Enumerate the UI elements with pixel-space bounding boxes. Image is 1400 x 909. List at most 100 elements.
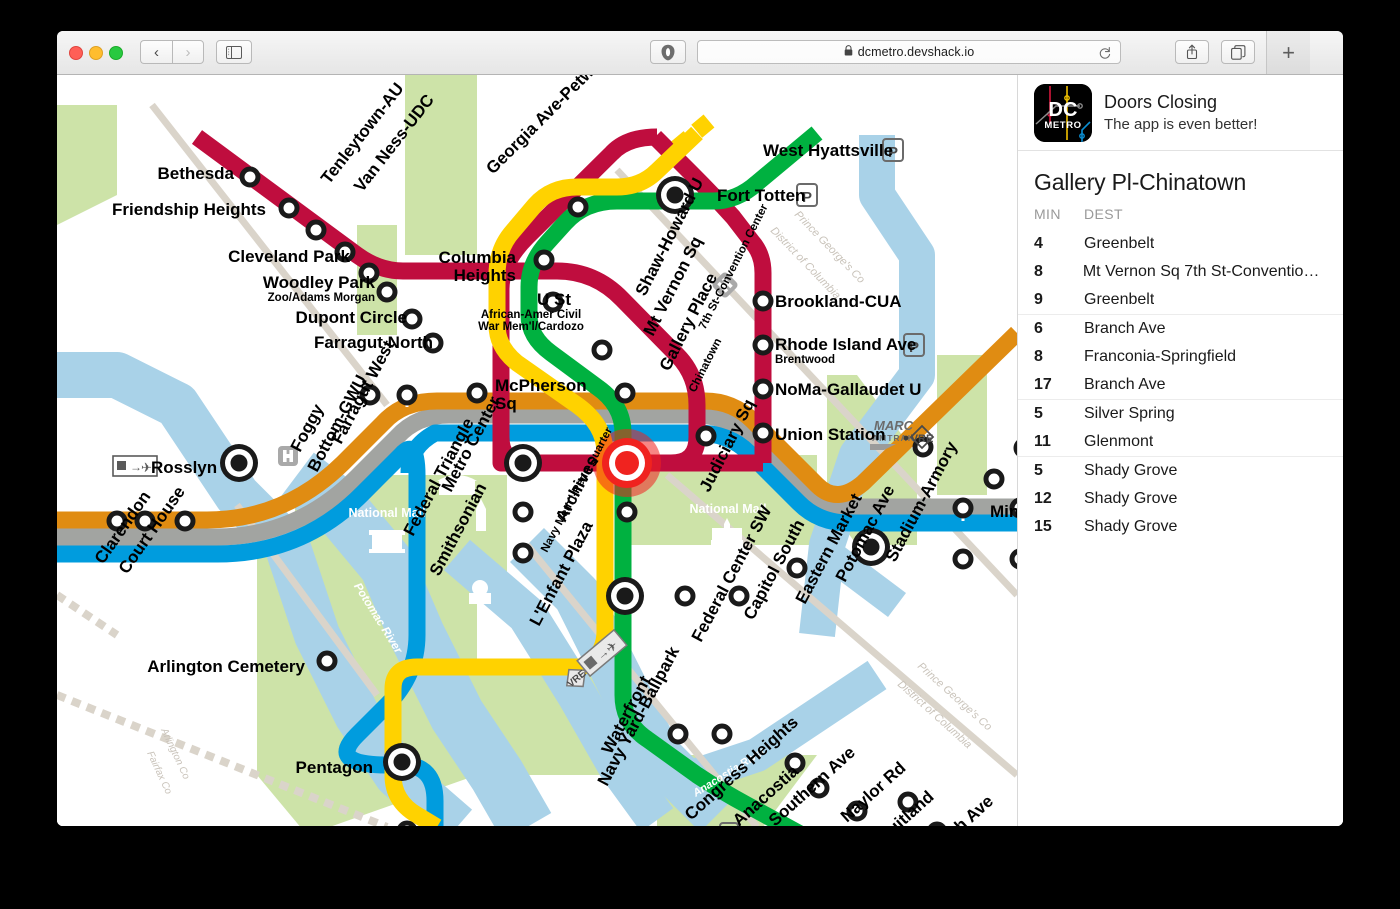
arrivals-group: 4 Greenbelt 8 Mt Vernon Sq 7th St-Conventio… bbox=[1018, 230, 1343, 314]
selected-station-title: Gallery Pl-Chinatown bbox=[1034, 169, 1247, 195]
train-minutes: 15 bbox=[1034, 518, 1052, 535]
train-row[interactable]: 6 Branch Ave bbox=[1018, 315, 1343, 343]
svg-text:Woodley Park: Woodley Park bbox=[263, 273, 376, 292]
train-destination: Branch Ave bbox=[1084, 320, 1166, 337]
browser-toolbar: ‹ › dcmetro.devshack.io + bbox=[57, 31, 1343, 75]
app-promo-subtitle: The app is even better! bbox=[1104, 116, 1258, 133]
train-destination: Shady Grove bbox=[1084, 462, 1178, 479]
share-button[interactable] bbox=[1175, 40, 1209, 64]
plus-icon: + bbox=[1282, 39, 1295, 65]
svg-text:VRE: VRE bbox=[911, 433, 934, 445]
train-destination: Silver Spring bbox=[1084, 405, 1175, 422]
train-destination: Franconia-Springfield bbox=[1084, 348, 1237, 365]
svg-text:Cleveland Park: Cleveland Park bbox=[228, 247, 350, 266]
metro-map[interactable]: .ln{fill:none;stroke-linecap:butt;stroke… bbox=[57, 75, 1017, 826]
train-minutes: 11 bbox=[1034, 433, 1051, 450]
train-row[interactable]: 12 Shady Grove bbox=[1018, 485, 1343, 513]
svg-text:U St: U St bbox=[537, 290, 571, 309]
svg-text:Columbia: Columbia bbox=[439, 248, 517, 267]
app-promo-banner[interactable]: DC METRO Doors Closing The app is even b… bbox=[1018, 75, 1343, 151]
browser-window: ‹ › dcmetro.devshack.io + → ✈ P P P MARC… bbox=[57, 31, 1343, 826]
chevron-left-icon: ‹ bbox=[154, 43, 159, 61]
sidebar-icon bbox=[226, 45, 242, 59]
train-destination: Greenbelt bbox=[1084, 235, 1155, 252]
train-destination: Greenbelt bbox=[1084, 291, 1155, 308]
svg-text:Friendship Heights: Friendship Heights bbox=[112, 200, 266, 219]
svg-text:Zoo/Adams Morgan: Zoo/Adams Morgan bbox=[268, 292, 375, 304]
column-header-dest: DEST bbox=[1084, 206, 1123, 222]
train-minutes: 8 bbox=[1034, 348, 1043, 365]
svg-text:Farragut North: Farragut North bbox=[314, 333, 433, 352]
arrivals-panel: DC METRO Doors Closing The app is even b… bbox=[1017, 75, 1343, 826]
svg-text:War Mem'l/Cardozo: War Mem'l/Cardozo bbox=[478, 321, 584, 333]
shield-icon bbox=[661, 44, 675, 60]
page-content: .ln{fill:none;stroke-linecap:butt;stroke… bbox=[57, 75, 1343, 826]
svg-text:Arlington Cemetery: Arlington Cemetery bbox=[147, 657, 305, 676]
train-row[interactable]: 8 Mt Vernon Sq 7th St-Convention … bbox=[1018, 258, 1343, 286]
rosslyn-station bbox=[220, 444, 258, 482]
train-minutes: 6 bbox=[1034, 320, 1043, 337]
train-row[interactable]: 5 Silver Spring bbox=[1018, 400, 1343, 428]
show-tabs-button[interactable] bbox=[1221, 40, 1255, 64]
train-minutes: 5 bbox=[1034, 405, 1043, 422]
url-text: dcmetro.devshack.io bbox=[857, 45, 975, 59]
train-destination: Glenmont bbox=[1084, 433, 1154, 450]
new-tab-button[interactable]: + bbox=[1266, 31, 1310, 74]
arrivals-group: 5 Silver Spring 11 Glenmont bbox=[1018, 399, 1343, 456]
close-window-button[interactable] bbox=[69, 46, 83, 60]
svg-text:Union Station: Union Station bbox=[775, 425, 885, 444]
train-row[interactable]: 4 Greenbelt bbox=[1018, 230, 1343, 258]
train-minutes: 9 bbox=[1034, 291, 1043, 308]
sidebar-toggle-button[interactable] bbox=[216, 40, 252, 64]
arrivals-group: 6 Branch Ave 8 Franconia-Springfield 17 Branc… bbox=[1018, 314, 1343, 399]
svg-text:Brentwood: Brentwood bbox=[775, 354, 835, 366]
lincoln-memorial-icon bbox=[369, 530, 405, 553]
train-row[interactable]: 9 Greenbelt bbox=[1018, 286, 1343, 314]
train-row[interactable]: 15 Shady Grove bbox=[1018, 513, 1343, 541]
back-button[interactable]: ‹ bbox=[140, 40, 172, 64]
train-row[interactable]: 11 Glenmont bbox=[1018, 428, 1343, 456]
train-destination: Shady Grove bbox=[1084, 518, 1178, 535]
forward-button[interactable]: › bbox=[172, 40, 204, 64]
svg-text:DC: DC bbox=[1049, 99, 1078, 121]
svg-text:West Hyattsville: West Hyattsville bbox=[763, 141, 893, 160]
svg-text:Rosslyn: Rosslyn bbox=[151, 458, 217, 477]
app-promo-text: Doors Closing The app is even better! bbox=[1104, 91, 1257, 135]
svg-text:METRO: METRO bbox=[1044, 120, 1081, 131]
train-minutes: 8 bbox=[1034, 263, 1043, 280]
svg-text:Bethesda: Bethesda bbox=[157, 164, 234, 183]
train-minutes: 17 bbox=[1034, 376, 1052, 393]
lenfant-plaza-station bbox=[606, 577, 644, 615]
reader-button[interactable] bbox=[650, 40, 686, 64]
address-bar[interactable]: dcmetro.devshack.io bbox=[697, 40, 1121, 64]
train-destination: Mt Vernon Sq 7th St-Convention … bbox=[1082, 263, 1327, 280]
svg-text:Dupont Circle: Dupont Circle bbox=[296, 308, 407, 327]
svg-text:African-Amer Civil: African-Amer Civil bbox=[481, 309, 581, 321]
train-row[interactable]: 5 Shady Grove bbox=[1018, 457, 1343, 485]
svg-text:Rhode Island Ave: Rhode Island Ave bbox=[775, 335, 916, 354]
svg-text:Brookland-CUA: Brookland-CUA bbox=[775, 292, 902, 311]
share-icon bbox=[1186, 44, 1198, 60]
column-header-min: MIN bbox=[1034, 206, 1061, 222]
train-minutes: 12 bbox=[1034, 490, 1052, 507]
train-row[interactable]: 8 Franconia-Springfield bbox=[1018, 343, 1343, 371]
lock-icon bbox=[844, 43, 853, 61]
minimize-window-button[interactable] bbox=[89, 46, 103, 60]
metro-map-svg[interactable]: .ln{fill:none;stroke-linecap:butt;stroke… bbox=[57, 75, 1017, 826]
arrivals-group: 5 Shady Grove 12 Shady Grove 15 Shady Grove bbox=[1018, 456, 1343, 541]
svg-text:Fort Totten: Fort Totten bbox=[717, 186, 805, 205]
train-destination: Shady Grove bbox=[1084, 490, 1178, 507]
train-minutes: 4 bbox=[1034, 235, 1043, 252]
train-row[interactable]: 17 Branch Ave bbox=[1018, 371, 1343, 399]
arrivals-column-headers: MIN DEST bbox=[1018, 196, 1343, 230]
reload-icon bbox=[1099, 47, 1111, 59]
reload-button[interactable] bbox=[1097, 45, 1113, 61]
maximize-window-button[interactable] bbox=[109, 46, 123, 60]
svg-text:Pentagon: Pentagon bbox=[296, 758, 373, 777]
svg-text:McPherson: McPherson bbox=[495, 376, 587, 395]
train-destination: Branch Ave bbox=[1084, 376, 1166, 393]
pentagon-station bbox=[383, 743, 421, 781]
tabs-icon bbox=[1230, 44, 1245, 60]
metro-center-station bbox=[504, 444, 542, 482]
app-promo-title: Doors Closing bbox=[1104, 91, 1218, 112]
